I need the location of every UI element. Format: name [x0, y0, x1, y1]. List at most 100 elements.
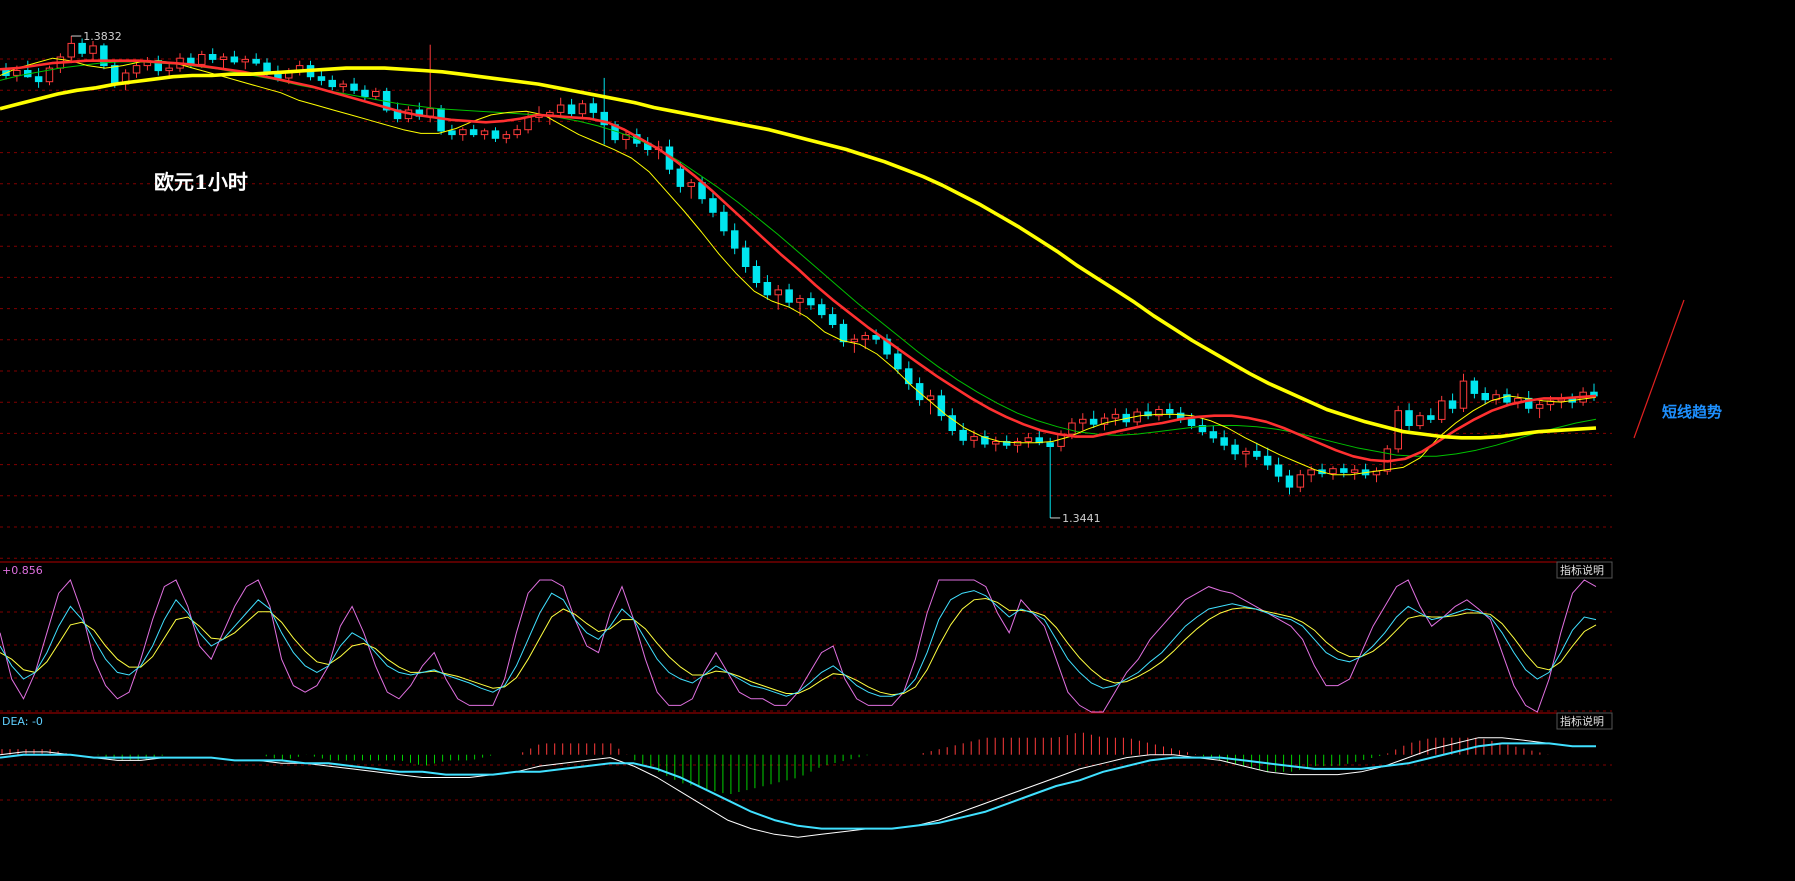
candle-down [839, 323, 848, 343]
candle-up [502, 134, 511, 139]
candle-up [774, 289, 782, 296]
candle-up [132, 65, 141, 74]
candle-up [1013, 441, 1022, 446]
trend-annotation-label: 短线趋势 [1662, 403, 1722, 421]
chart-stage: 1.3832 1.3441 欧元1小时 短线趋势 +0.856 指标说明 DEA… [0, 0, 1795, 881]
ma-red-line [0, 59, 1597, 463]
candle-up [89, 45, 97, 54]
candle-down [1046, 442, 1054, 447]
candle-up [992, 441, 1000, 445]
candle-down [1340, 468, 1348, 473]
candle-down [491, 130, 500, 139]
candle-down [785, 289, 793, 303]
candle-up [1329, 468, 1337, 475]
low-marker: 1.3441 [1050, 512, 1101, 525]
candle-down [1089, 418, 1098, 425]
candle-down [1253, 450, 1261, 457]
chart-title: 欧元1小时 [154, 170, 248, 194]
candle-down [1470, 380, 1479, 394]
candle-down [1285, 475, 1294, 488]
candle-up [165, 67, 173, 72]
candle-down [567, 104, 576, 115]
kdj-d-line [0, 597, 1597, 696]
candle-down [469, 129, 478, 136]
candle-down [1187, 418, 1196, 426]
candle-down [709, 198, 717, 213]
candle-up [850, 338, 859, 343]
ma-yellow-thick-line [0, 66, 1597, 440]
candle-down [78, 42, 86, 54]
high-label: 1.3832 [83, 30, 122, 43]
candle-up [1111, 413, 1120, 419]
candle-up [1307, 469, 1315, 476]
candle-up [480, 130, 489, 136]
kdj-help-button[interactable]: 指标说明 [1560, 563, 1604, 577]
candle-down [905, 368, 913, 385]
candle-up [219, 56, 228, 60]
candle-down [1427, 415, 1435, 420]
candle-up [339, 83, 347, 88]
candle-down [818, 304, 826, 316]
candle-down [1231, 444, 1239, 455]
candle-up [67, 42, 75, 58]
candle-down [1209, 431, 1218, 439]
macd-help-button[interactable]: 指标说明 [1560, 714, 1604, 728]
macd-dea-line [0, 742, 1596, 830]
candle-down [589, 103, 598, 113]
candle-down [894, 353, 902, 370]
candle-up [1350, 469, 1359, 473]
candle-up [241, 58, 249, 63]
candle-up [459, 129, 467, 136]
candle-down [676, 168, 685, 187]
kdj-indicator [0, 579, 1597, 713]
candle-down [1481, 393, 1489, 401]
candle-down [1166, 409, 1174, 414]
dea-value-label: DEA: -0 [2, 715, 43, 728]
candle-up [796, 298, 804, 303]
candle-down [741, 247, 750, 267]
candle-down [252, 58, 260, 64]
candle-down [1448, 400, 1457, 409]
candle-up [1079, 418, 1087, 424]
candle-down [959, 429, 967, 441]
candle-up [687, 182, 695, 187]
candle-down [807, 298, 815, 306]
candle-down [915, 383, 924, 401]
candle-up [1459, 380, 1468, 409]
candle-up [926, 395, 935, 401]
candle-up [1535, 404, 1544, 409]
candle-up [861, 335, 869, 340]
candle-down [361, 89, 369, 98]
candle-up [1416, 415, 1424, 427]
candle-down [731, 230, 739, 249]
ma-yellow-thin-line [0, 57, 1597, 476]
candle-down [1220, 437, 1228, 446]
candle-up [556, 104, 565, 113]
candle-down [1263, 455, 1272, 466]
macd-indicator [0, 732, 1596, 838]
candle-up [426, 108, 434, 117]
candle-down [230, 56, 239, 63]
candle-down [317, 76, 326, 81]
candle-down [752, 266, 761, 283]
candle-up [1296, 474, 1305, 488]
candle-up [513, 129, 521, 136]
candle-down [263, 62, 271, 73]
candle-down [763, 282, 772, 296]
candle-down [34, 76, 43, 83]
candle-down [111, 65, 119, 85]
candle-down [1405, 410, 1413, 427]
candle-up [1438, 400, 1446, 420]
candle-down [208, 54, 217, 60]
moving-averages [0, 57, 1597, 476]
candle-up [198, 54, 206, 65]
candle-down [328, 79, 336, 88]
high-marker: 1.3832 [71, 30, 122, 43]
forex-chart: 1.3832 1.3441 欧元1小时 短线趋势 +0.856 指标说明 DEA… [0, 30, 1722, 838]
candle-up [578, 103, 587, 115]
candle-up [970, 436, 978, 441]
candle-down [1274, 464, 1283, 477]
candle-up [524, 116, 532, 131]
candle-down [720, 211, 728, 232]
candle-down [448, 130, 456, 136]
